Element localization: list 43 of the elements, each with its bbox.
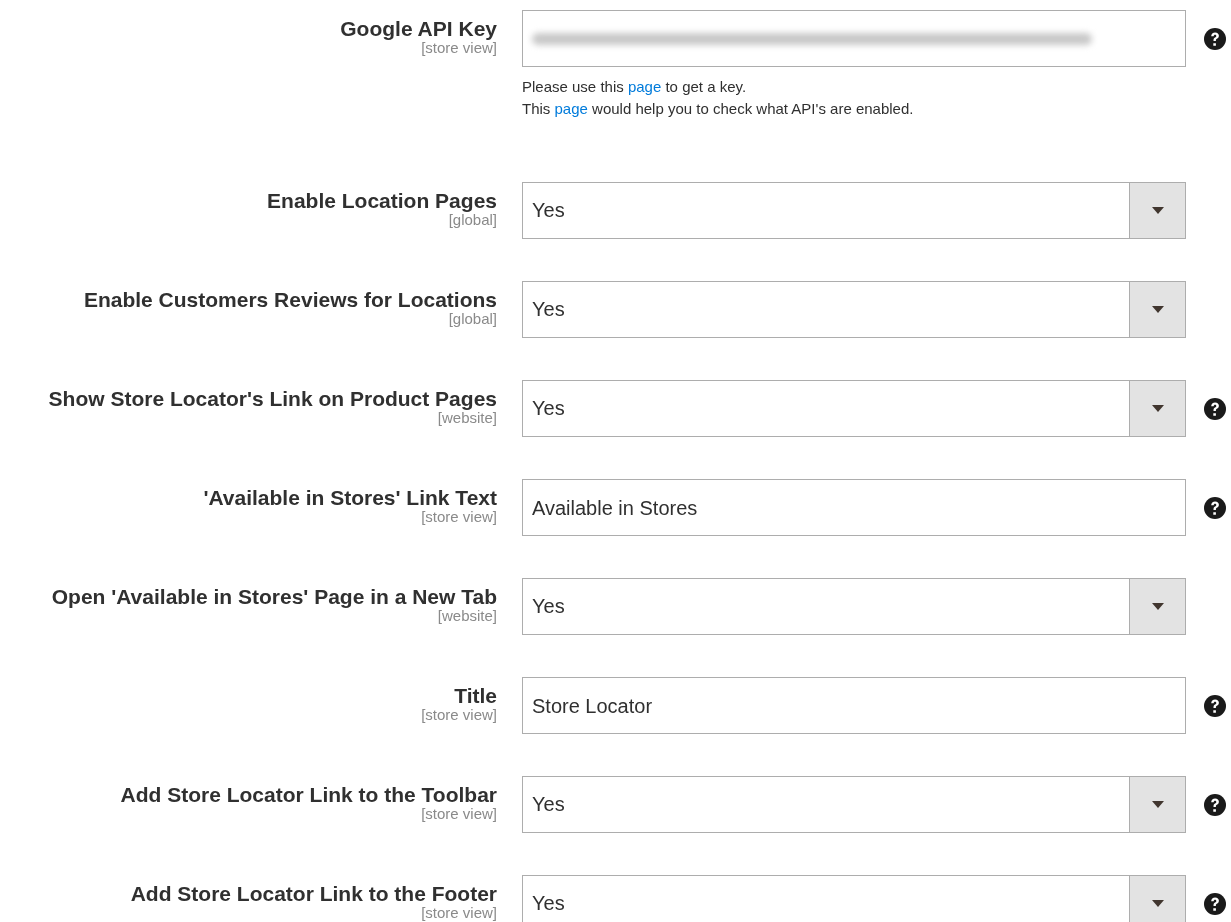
caret-icon [1151, 405, 1164, 412]
field-label: Enable Location Pages [266, 188, 497, 214]
scope-label: [store view] [420, 806, 497, 822]
scope-label: [store view] [420, 707, 497, 723]
scope-label: [store view] [420, 40, 497, 56]
help-icon[interactable] [1204, 893, 1226, 915]
field-label: 'Available in Stores' Link Text [202, 485, 497, 511]
scope-label: [website] [437, 410, 497, 426]
select-dropdown[interactable]: Yes [522, 776, 1186, 833]
input-field[interactable] [522, 10, 1186, 67]
field-label: Add Store Locator Link to the Footer [129, 881, 497, 907]
caret-icon [1151, 306, 1164, 313]
help-icon[interactable] [1204, 794, 1226, 816]
page-link[interactable]: page [627, 78, 662, 95]
scope-label: [store view] [420, 905, 497, 921]
scope-label: [global] [448, 212, 497, 228]
caret-icon [1151, 207, 1164, 214]
scope-label: [store view] [420, 509, 497, 525]
field-label: Add Store Locator Link to the Toolbar [119, 782, 497, 808]
caret-icon [1151, 603, 1164, 610]
caret-icon [1151, 801, 1164, 808]
select-dropdown[interactable]: Yes [522, 182, 1186, 239]
field-label: Open 'Available in Stores' Page in a New Tab [50, 584, 497, 610]
field-label: Title [453, 683, 497, 709]
help-icon[interactable] [1204, 497, 1226, 519]
help-icon[interactable] [1204, 695, 1226, 717]
scope-label: [global] [447, 311, 497, 327]
select-dropdown[interactable]: Yes [522, 578, 1186, 635]
scope-label: [website] [436, 608, 497, 624]
note-text: This page would help you to check what API's are enabled. [522, 99, 915, 119]
select-dropdown[interactable]: Yes [522, 875, 1186, 922]
select-dropdown[interactable]: Yes [522, 380, 1186, 437]
input-field[interactable]: Available in Stores [522, 479, 1186, 536]
page-link[interactable]: page [554, 100, 588, 117]
help-icon[interactable] [1204, 398, 1226, 420]
field-label: Enable Customers Reviews for Locations [82, 287, 497, 313]
field-label: Google API Key [339, 16, 497, 42]
help-icon[interactable] [1204, 28, 1226, 50]
select-dropdown[interactable]: Yes [522, 281, 1186, 338]
field-label: Show Store Locator's Link on Product Pages [47, 386, 497, 412]
caret-icon [1151, 900, 1164, 907]
note-text: Please use this page to get a key. [522, 77, 748, 97]
input-field[interactable]: Store Locator [522, 677, 1186, 734]
